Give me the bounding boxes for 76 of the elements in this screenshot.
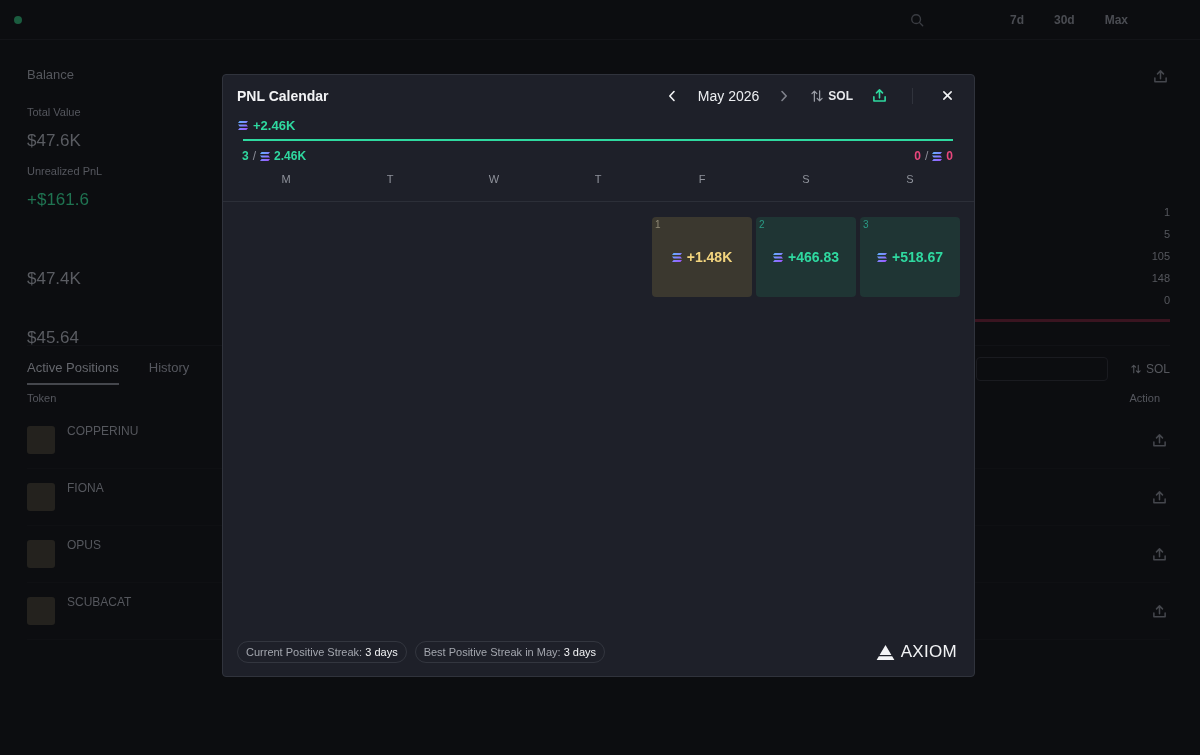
upload-icon[interactable] <box>1152 489 1167 505</box>
stat-value: $47.6K <box>27 131 81 151</box>
column-header: Action <box>1129 392 1160 404</box>
period-option[interactable]: 7d <box>1009 12 1024 27</box>
day-number: 1 <box>655 219 661 230</box>
day-cell[interactable]: 2 +466.83 <box>756 217 856 297</box>
losing-amount: 0 <box>946 149 953 163</box>
day-pnl: +1.48K <box>686 249 733 265</box>
day-number: 2 <box>759 219 765 230</box>
month-label: May 2026 <box>697 87 760 104</box>
period-option[interactable]: 30d <box>1053 12 1075 27</box>
separator-text: / <box>924 149 929 163</box>
stat-value: 105 <box>1151 250 1170 263</box>
logo-icon <box>14 15 22 24</box>
day-pnl: +466.83 <box>788 249 839 265</box>
stat-value: 148 <box>1151 272 1170 285</box>
stripes-icon <box>773 252 783 262</box>
stripes-icon <box>877 252 887 262</box>
token-image-placeholder <box>27 483 55 511</box>
triangle-logo-icon <box>875 644 895 660</box>
positions-tab[interactable]: Active Positions <box>27 353 119 385</box>
losing-days-count: 0 <box>914 149 921 163</box>
currency-toggle-button[interactable]: SOL <box>810 83 853 108</box>
token-name: FIONA <box>67 481 104 495</box>
stat-value: 0 <box>1163 294 1170 307</box>
swap-arrows-icon <box>1130 363 1142 375</box>
stripes-icon <box>238 120 248 130</box>
winning-amount: 2.46K <box>274 149 307 163</box>
day-cell[interactable]: 1 +1.48K <box>652 217 752 297</box>
stripes-icon <box>671 252 682 262</box>
stat-value: 5 <box>1163 228 1170 241</box>
weekday-label: T <box>386 173 394 186</box>
stat-value: $47.4K <box>27 269 81 289</box>
dialog-title: PNL Calendar <box>237 87 329 104</box>
chevron-right-icon <box>780 89 789 102</box>
weekday-label: S <box>906 173 914 186</box>
close-icon <box>941 90 953 101</box>
currency-button[interactable]: SOL <box>1130 362 1170 376</box>
day-number: 3 <box>863 219 869 230</box>
column-header: Token <box>27 392 57 404</box>
swap-arrows-icon <box>810 88 825 103</box>
token-image-placeholder <box>27 597 55 625</box>
total-pnl: +2.46K <box>253 117 296 133</box>
token-image-placeholder <box>27 540 55 568</box>
stat-value: 1 <box>1163 206 1170 219</box>
search-icon[interactable] <box>909 12 924 27</box>
upload-icon <box>871 88 887 103</box>
weekday-label: T <box>594 173 602 186</box>
stat-value: $45.64 <box>27 328 79 348</box>
positions-tab[interactable]: History <box>148 353 190 385</box>
weekday-label: M <box>281 173 291 186</box>
chevron-left-icon <box>667 89 676 102</box>
stripes-icon <box>932 151 943 161</box>
weekday-label: W <box>488 173 500 186</box>
separator-text: / <box>252 149 257 163</box>
token-image-placeholder <box>27 426 55 454</box>
upload-icon[interactable] <box>1152 432 1167 448</box>
search-field[interactable] <box>976 357 1108 381</box>
day-pnl: +518.67 <box>892 249 943 265</box>
upload-icon[interactable] <box>1152 603 1167 619</box>
stat-value: +$161.6 <box>27 190 89 210</box>
token-name: OPUS <box>67 538 101 552</box>
section-title: Balance <box>27 67 74 82</box>
weekday-label: S <box>802 173 810 186</box>
day-cell[interactable]: 3 +518.67 <box>860 217 960 297</box>
upload-icon[interactable] <box>1152 546 1167 562</box>
stripes-icon <box>260 151 271 161</box>
weekday-label: F <box>698 173 706 186</box>
stat-label: Unrealized PnL <box>27 165 103 178</box>
brand-name: AXIOM <box>900 642 957 662</box>
period-option[interactable]: Max <box>1104 12 1128 27</box>
winning-days-count: 3 <box>242 149 249 163</box>
token-name: COPPERINU <box>67 424 139 438</box>
token-name: SCUBACAT <box>67 595 132 609</box>
stat-label: Total Value <box>27 106 81 119</box>
upload-icon[interactable] <box>1153 69 1168 84</box>
